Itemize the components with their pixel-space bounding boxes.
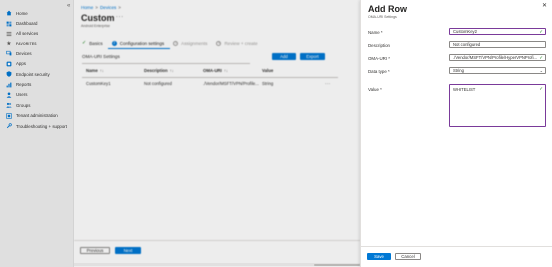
chevron-down-icon: ⌄ [539,68,543,73]
value-textarea[interactable]: WHITELIST ✓ [449,84,546,127]
description-field[interactable]: Not configured [449,41,546,48]
checkmark-icon: ✓ [539,28,543,34]
oma-uri-field[interactable]: ./Vendor/MSFT/VPN/Profile/HyperVPNProfi.… [449,54,546,61]
modal-overlay [0,0,360,267]
name-value: CustomKey2 [453,29,477,34]
close-icon[interactable]: ✕ [542,3,547,9]
name-label: Name * [368,30,383,35]
panel-footer-divider [361,246,552,247]
description-value: Not configured [453,42,481,47]
checkmark-icon: ✓ [539,86,543,91]
data-type-dropdown[interactable]: String ⌄ [449,67,546,74]
save-button[interactable]: Save [367,253,391,260]
value-text: WHITELIST [453,87,476,92]
panel-title: Add Row [368,4,407,14]
cancel-button[interactable]: Cancel [395,253,421,260]
data-type-label: Data type * [368,69,390,74]
data-type-value: String [453,68,464,73]
checkmark-icon: ✓ [539,54,543,60]
value-label: Value * [368,87,382,92]
oma-uri-label: OMA-URI * [368,56,390,61]
panel-subtitle: OMA-URI Settings [368,15,397,19]
oma-uri-value: ./Vendor/MSFT/VPN/Profile/HyperVPNProfi.… [453,55,538,60]
description-label: Description [368,43,390,48]
name-field[interactable]: CustomKey2 ✓ [449,28,546,35]
add-row-panel: Add Row OMA-URI Settings ✕ Name * Custom… [360,0,552,267]
